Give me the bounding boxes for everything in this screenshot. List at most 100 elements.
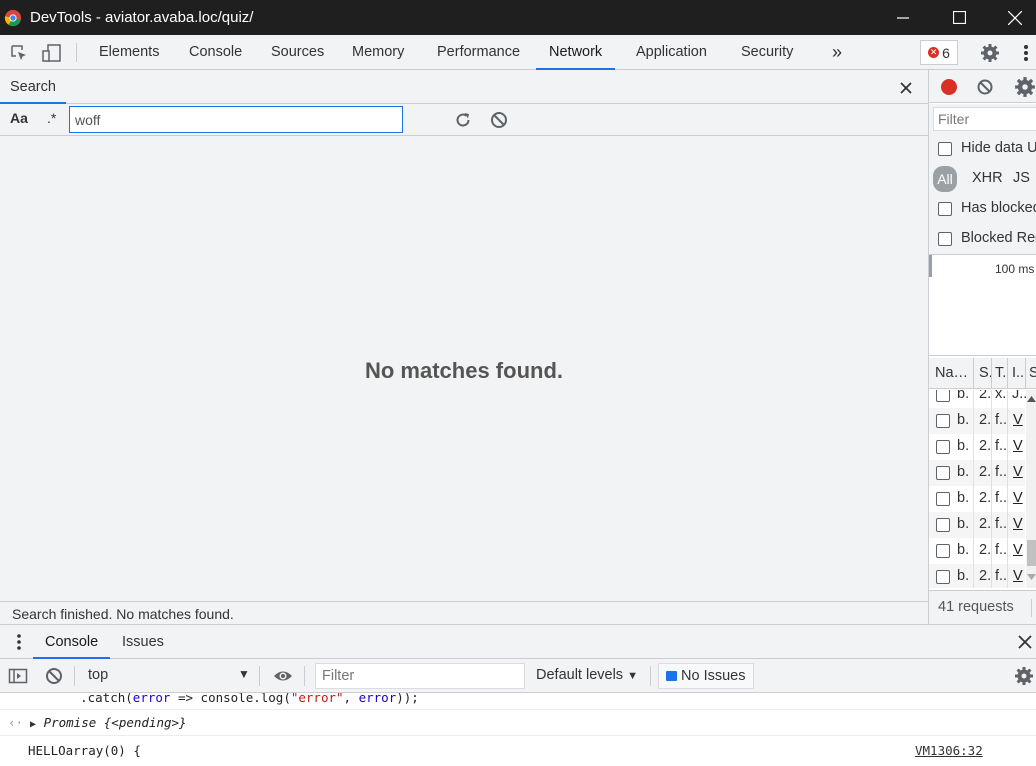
issues-button-label: No Issues [681, 668, 746, 684]
close-window-button[interactable] [992, 0, 1036, 35]
column-divider [991, 358, 992, 389]
context-dropdown-arrow-icon[interactable]: ▼ [238, 667, 250, 681]
request-row[interactable]: b. 2. x. J.. [929, 390, 1027, 408]
clear-log-icon[interactable] [974, 76, 996, 98]
request-initiator-link[interactable]: V [1013, 568, 1023, 584]
maximize-button[interactable] [936, 0, 982, 35]
customize-menu-button[interactable] [1012, 35, 1036, 70]
column-divider [973, 358, 974, 389]
column-initiator[interactable]: I.. [1012, 365, 1024, 381]
settings-button[interactable] [976, 35, 1004, 70]
network-filter-input[interactable]: Filter [933, 107, 1036, 131]
request-initiator-link[interactable]: V [1013, 412, 1023, 428]
hide-data-urls-row[interactable]: Hide data U [929, 134, 1036, 164]
column-type[interactable]: T. [995, 365, 1006, 381]
tab-performance[interactable]: Performance [433, 35, 524, 70]
show-sidebar-icon[interactable] [8, 666, 28, 686]
close-search-icon[interactable] [896, 78, 916, 98]
tab-security[interactable]: Security [737, 35, 797, 70]
type-filter-all[interactable]: All [933, 166, 957, 192]
chrome-icon [4, 9, 22, 26]
drawer-tab-strip: Console Issues [0, 624, 1036, 659]
column-size[interactable]: S [1029, 365, 1036, 381]
request-row[interactable]: b. 2. f.. V [929, 486, 1025, 512]
toolbar-divider [259, 666, 260, 686]
log-levels-dropdown[interactable]: Default levels ▼ [536, 667, 638, 683]
tab-elements[interactable]: Elements [95, 35, 163, 70]
console-filter-input[interactable]: Filter [315, 663, 525, 689]
regex-toggle[interactable]: .* [47, 110, 56, 126]
search-toolbar: Aa .* [0, 104, 928, 136]
request-name: b. [957, 390, 970, 402]
refresh-icon[interactable] [453, 110, 473, 130]
request-initiator-link[interactable]: V [1013, 490, 1023, 506]
request-file-icon [936, 440, 950, 454]
request-row[interactable]: b. 2. f.. V [929, 408, 1025, 434]
blocked-requests-label: Blocked Req [961, 230, 1036, 246]
request-name: b. [957, 438, 970, 454]
toolbar-divider [650, 666, 651, 686]
hide-data-urls-checkbox[interactable] [938, 142, 952, 156]
request-file-icon [936, 570, 950, 584]
drawer-tab-issues[interactable]: Issues [110, 625, 176, 659]
search-input[interactable] [69, 106, 403, 133]
toolbar-divider [304, 666, 305, 686]
tab-memory[interactable]: Memory [348, 35, 408, 70]
inspect-cursor-icon [11, 44, 26, 60]
search-tab[interactable]: Search [0, 70, 66, 104]
request-file-icon [936, 390, 950, 402]
blocked-requests-row[interactable]: Blocked Req [929, 224, 1036, 254]
console-log-message: HELLOarray(0) { [28, 743, 141, 758]
device-toolbar-button[interactable] [38, 35, 66, 70]
no-matches-message: No matches found. [364, 358, 563, 383]
network-overview[interactable]: 100 ms [929, 254, 1036, 356]
match-case-toggle[interactable]: Aa [10, 110, 28, 126]
error-count-badge[interactable]: ✕ 6 [920, 40, 958, 65]
more-tabs-button[interactable]: » [828, 35, 846, 70]
tab-console[interactable]: Console [185, 35, 246, 70]
tab-sources[interactable]: Sources [267, 35, 328, 70]
drawer-tab-console[interactable]: Console [33, 625, 111, 659]
request-type: f.. [995, 438, 1008, 454]
overview-marker [929, 255, 932, 277]
request-type: f.. [995, 568, 1008, 584]
has-blocked-cookies-checkbox[interactable] [938, 202, 952, 216]
type-filter-xhr[interactable]: XHR [972, 170, 1003, 186]
network-settings-icon[interactable] [1014, 76, 1036, 98]
inspect-element-button[interactable] [5, 35, 33, 70]
console-source-link[interactable]: VM1306:32 [915, 743, 983, 758]
scrollbar-thumb[interactable] [1027, 540, 1036, 566]
request-row[interactable]: b. 2. f.. V [929, 564, 1025, 588]
gear-icon [981, 43, 999, 62]
request-initiator-link[interactable]: V [1013, 516, 1023, 532]
tab-network[interactable]: Network [536, 35, 616, 70]
request-initiator-link[interactable]: V [1013, 542, 1023, 558]
promise-result[interactable]: ▶ Promise {<pending>} [30, 715, 1036, 730]
expand-triangle-icon[interactable]: ▶ [30, 719, 36, 730]
request-list-scrollbar[interactable] [1026, 390, 1036, 588]
request-row[interactable]: b. 2. f.. V [929, 538, 1025, 564]
request-initiator-link[interactable]: V [1013, 438, 1023, 454]
request-row[interactable]: b. 2. f.. V [929, 434, 1025, 460]
close-drawer-icon[interactable] [1016, 633, 1034, 651]
issues-button[interactable]: No Issues [658, 663, 754, 689]
record-icon[interactable] [938, 76, 960, 98]
clear-console-icon[interactable] [44, 666, 64, 686]
drawer-menu-icon[interactable] [12, 632, 26, 652]
log-levels-label: Default levels [536, 667, 624, 683]
context-selector[interactable]: top [88, 667, 108, 683]
column-name[interactable]: Na… [935, 365, 968, 381]
request-initiator-link[interactable]: V [1013, 464, 1023, 480]
blocked-requests-checkbox[interactable] [938, 232, 952, 246]
scroll-up-arrow-icon[interactable] [1027, 396, 1036, 402]
live-expression-eye-icon[interactable] [273, 666, 293, 686]
type-filter-js[interactable]: JS [1013, 170, 1030, 186]
request-row[interactable]: b. 2. f.. V [929, 512, 1025, 538]
has-blocked-cookies-row[interactable]: Has blocked [929, 194, 1036, 224]
console-settings-icon[interactable] [1014, 666, 1034, 686]
request-row[interactable]: b. 2. f.. V [929, 460, 1025, 486]
clear-search-icon[interactable] [489, 110, 509, 130]
tab-application[interactable]: Application [632, 35, 711, 70]
minimize-button[interactable] [880, 0, 926, 35]
scroll-down-arrow-icon[interactable] [1027, 574, 1036, 580]
